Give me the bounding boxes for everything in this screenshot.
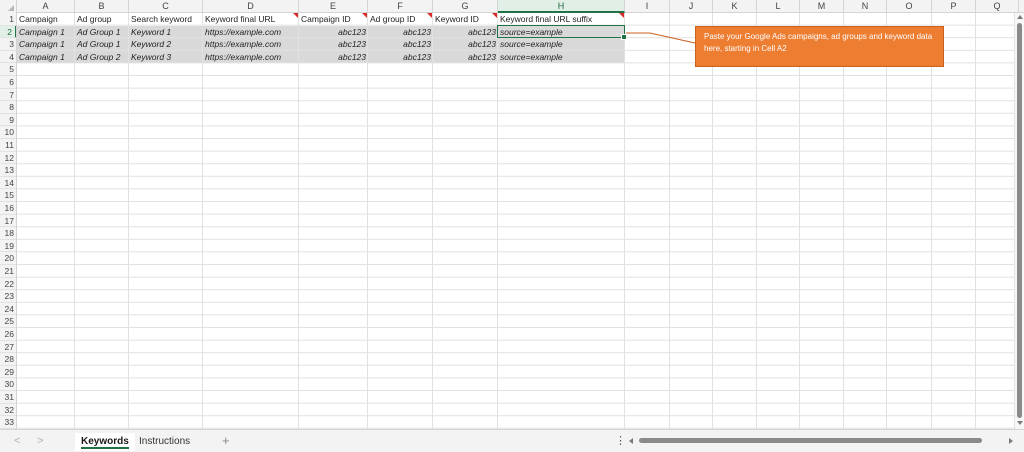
scroll-up-arrow-icon[interactable] <box>1017 15 1023 19</box>
row-header-14[interactable]: 14 <box>0 177 16 190</box>
sheet-tab-bar: < > Keywords Instructions + ⋮ <box>0 429 1024 452</box>
horizontal-scroll-thumb[interactable] <box>639 438 982 443</box>
row-header-13[interactable]: 13 <box>0 164 16 177</box>
sheet-tab-instructions[interactable]: Instructions <box>133 433 196 451</box>
row-header-21[interactable]: 21 <box>0 265 16 278</box>
row-header-16[interactable]: 16 <box>0 202 16 215</box>
sheet-tab-keywords[interactable]: Keywords <box>75 433 135 451</box>
row-header-26[interactable]: 26 <box>0 328 16 341</box>
row-header-11[interactable]: 11 <box>0 139 16 152</box>
row-header-17[interactable]: 17 <box>0 215 16 228</box>
row-header-33[interactable]: 33 <box>0 416 16 429</box>
scroll-left-arrow-icon[interactable] <box>629 438 633 444</box>
next-sheet-arrow-icon[interactable]: > <box>37 436 43 447</box>
more-options-icon[interactable]: ⋮ <box>615 435 626 447</box>
row-header-32[interactable]: 32 <box>0 404 16 417</box>
row-header-25[interactable]: 25 <box>0 315 16 328</box>
row-header-30[interactable]: 30 <box>0 378 16 391</box>
prev-sheet-arrow-icon[interactable]: < <box>14 436 20 447</box>
vertical-scroll-thumb[interactable] <box>1017 23 1022 418</box>
row-header-19[interactable]: 19 <box>0 240 16 253</box>
add-sheet-button[interactable]: + <box>222 434 230 448</box>
row-header-23[interactable]: 23 <box>0 290 16 303</box>
horizontal-scrollbar[interactable] <box>627 436 1015 446</box>
row-header-8[interactable]: 8 <box>0 101 16 114</box>
row-header-27[interactable]: 27 <box>0 341 16 354</box>
row-header-28[interactable]: 28 <box>0 353 16 366</box>
row-header-22[interactable]: 22 <box>0 278 16 291</box>
row-header-20[interactable]: 20 <box>0 252 16 265</box>
row-header-9[interactable]: 9 <box>0 114 16 127</box>
row-header-15[interactable]: 15 <box>0 189 16 202</box>
row-header-31[interactable]: 31 <box>0 391 16 404</box>
row-header-29[interactable]: 29 <box>0 366 16 379</box>
row-header-7[interactable]: 7 <box>0 89 16 102</box>
scroll-down-arrow-icon[interactable] <box>1017 421 1023 425</box>
row-header-18[interactable]: 18 <box>0 227 16 240</box>
row-header-10[interactable]: 10 <box>0 126 16 139</box>
vertical-scrollbar[interactable] <box>1014 13 1024 429</box>
row-header-24[interactable]: 24 <box>0 303 16 316</box>
callout-text: Paste your Google Ads campaigns, ad grou… <box>704 32 933 53</box>
scroll-right-arrow-icon[interactable] <box>1009 438 1013 444</box>
instruction-callout[interactable]: Paste your Google Ads campaigns, ad grou… <box>695 26 944 67</box>
row-header-12[interactable]: 12 <box>0 152 16 165</box>
